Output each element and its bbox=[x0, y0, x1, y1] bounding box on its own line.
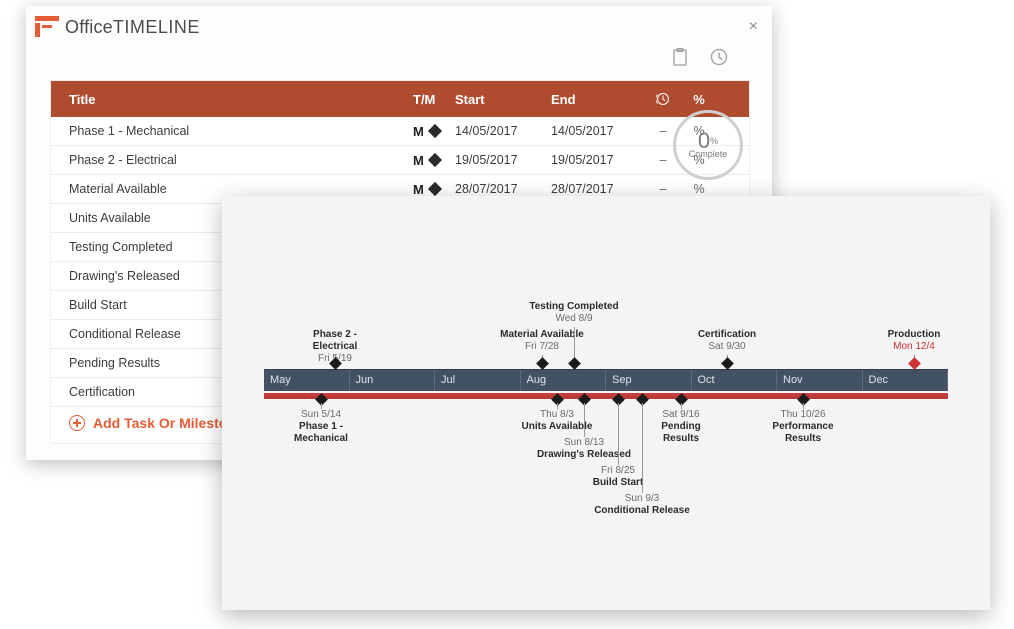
month-cell: Dec bbox=[863, 370, 949, 391]
diamond-icon bbox=[428, 182, 442, 196]
cell-pct: % bbox=[681, 182, 717, 196]
add-task-button[interactable]: Add Task Or Milestone bbox=[69, 415, 244, 431]
milestone-name: PerformanceResults bbox=[753, 421, 853, 445]
progress-widget: 0% Complete bbox=[644, 110, 772, 180]
month-cell: Aug bbox=[521, 370, 607, 391]
progress-suffix: % bbox=[710, 136, 718, 146]
month-cell: Oct bbox=[692, 370, 778, 391]
month-cell: Jun bbox=[350, 370, 436, 391]
milestone-name: Phase 2 -Electrical bbox=[285, 329, 385, 353]
col-header-title[interactable]: Title bbox=[51, 92, 413, 107]
milestone-name: Testing Completed bbox=[524, 301, 624, 313]
month-cell: Jul bbox=[435, 370, 521, 391]
close-icon[interactable]: × bbox=[745, 14, 762, 40]
col-header-pct[interactable]: % bbox=[681, 92, 717, 107]
milestone-date: Wed 8/9 bbox=[524, 313, 624, 325]
milestone[interactable]: Sun 5/14Phase 1 -Mechanical bbox=[271, 395, 371, 445]
logo-text-suf: TIMELINE bbox=[113, 17, 200, 37]
history-icon[interactable] bbox=[710, 48, 728, 69]
logo-icon bbox=[35, 16, 59, 38]
cell-end: 19/05/2017 bbox=[549, 153, 645, 167]
col-header-start[interactable]: Start bbox=[453, 92, 549, 107]
cell-start: 19/05/2017 bbox=[453, 153, 549, 167]
cell-start: 14/05/2017 bbox=[453, 124, 549, 138]
logo-text-pre: Office bbox=[65, 17, 113, 37]
diamond-icon bbox=[428, 153, 442, 167]
dialog-header: OfficeTIMELINE × bbox=[26, 6, 772, 80]
cell-tm: M bbox=[413, 182, 453, 197]
milestone[interactable]: Material AvailableFri 7/28 bbox=[492, 329, 592, 353]
milestone-date: Sat 9/30 bbox=[677, 341, 777, 353]
milestone-date: Mon 12/4 bbox=[864, 341, 964, 353]
milestone[interactable]: Phase 2 -ElectricalFri 5/19 bbox=[285, 329, 385, 365]
timeline-preview: MayJunJulAugSepOctNovDec Phase 2 -Electr… bbox=[222, 196, 990, 610]
milestone-date: Thu 10/26 bbox=[753, 409, 853, 421]
time-axis: MayJunJulAugSepOctNovDec bbox=[264, 369, 948, 391]
plus-icon bbox=[69, 415, 85, 431]
cell-tm: M bbox=[413, 124, 453, 139]
milestone-name: Certification bbox=[677, 329, 777, 341]
cell-title: Phase 2 - Electrical bbox=[51, 153, 413, 167]
milestone[interactable]: ProductionMon 12/4 bbox=[864, 329, 964, 353]
milestone-name: PendingResults bbox=[631, 421, 731, 445]
month-cell: May bbox=[264, 370, 350, 391]
cell-title: Material Available bbox=[51, 182, 413, 196]
milestone-date: Fri 7/28 bbox=[492, 341, 592, 353]
milestone-date: Sun 9/3 bbox=[592, 493, 692, 505]
milestone[interactable]: Testing CompletedWed 8/9 bbox=[524, 301, 624, 325]
cell-end: 28/07/2017 bbox=[549, 182, 645, 196]
cell-title: Phase 1 - Mechanical bbox=[51, 124, 413, 138]
month-cell: Sep bbox=[606, 370, 692, 391]
milestone-name: Material Available bbox=[492, 329, 592, 341]
cell-dur: – bbox=[645, 182, 681, 196]
month-cell: Nov bbox=[777, 370, 863, 391]
col-header-tm[interactable]: T/M bbox=[413, 92, 453, 107]
progress-ring: 0% Complete bbox=[673, 110, 743, 180]
cell-end: 14/05/2017 bbox=[549, 124, 645, 138]
diamond-icon bbox=[428, 124, 442, 138]
milestone-name: Phase 1 -Mechanical bbox=[271, 421, 371, 445]
col-header-end[interactable]: End bbox=[549, 92, 645, 107]
milestone[interactable]: Sat 9/16PendingResults bbox=[631, 395, 731, 445]
milestone-date: Sun 5/14 bbox=[271, 409, 371, 421]
milestone[interactable]: CertificationSat 9/30 bbox=[677, 329, 777, 353]
progress-label: Complete bbox=[689, 149, 728, 159]
cell-start: 28/07/2017 bbox=[453, 182, 549, 196]
cell-tm: M bbox=[413, 153, 453, 168]
milestone-name: Conditional Release bbox=[592, 505, 692, 517]
col-header-dur[interactable] bbox=[645, 92, 681, 106]
clipboard-icon[interactable] bbox=[672, 48, 688, 69]
milestone-date: Sat 9/16 bbox=[631, 409, 731, 421]
app-logo: OfficeTIMELINE bbox=[35, 13, 752, 41]
milestone[interactable]: Thu 10/26PerformanceResults bbox=[753, 395, 853, 445]
milestone-name: Production bbox=[864, 329, 964, 341]
